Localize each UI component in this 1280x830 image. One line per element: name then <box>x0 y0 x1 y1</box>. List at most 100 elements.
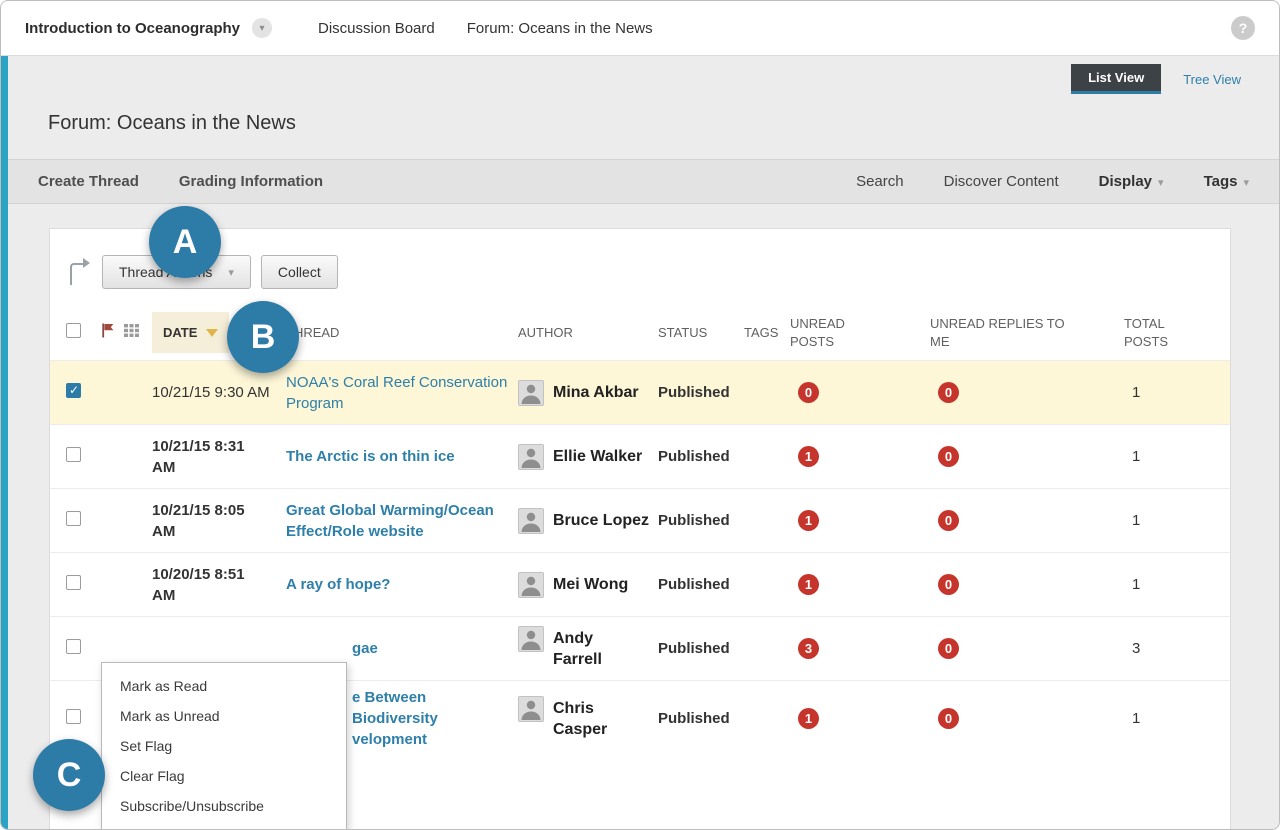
thread-link[interactable]: The Arctic is on thin ice <box>286 446 455 467</box>
menu-item-set-flag[interactable]: Set Flag <box>102 731 346 761</box>
grading-information-button[interactable]: Grading Information <box>179 173 323 190</box>
breadcrumb-forum: Forum: Oceans in the News <box>467 20 653 37</box>
thread-date: 10/21/15 8:31 AM <box>152 438 245 476</box>
thread-status: Published <box>658 384 730 401</box>
author-avatar <box>518 444 544 470</box>
grid-icon <box>124 325 139 340</box>
collect-button[interactable]: Collect <box>261 255 338 289</box>
chevron-down-icon: ▾ <box>260 23 265 34</box>
display-menu-button[interactable]: Display▾ <box>1099 173 1164 190</box>
chevron-down-icon: ▾ <box>228 266 234 279</box>
callout-c: C <box>33 739 105 811</box>
tab-list-view[interactable]: List View <box>1071 64 1161 94</box>
discover-content-button[interactable]: Discover Content <box>944 173 1059 190</box>
author-avatar <box>518 508 544 534</box>
course-menu-button[interactable]: ▾ <box>252 18 272 38</box>
unread-posts-badge: 1 <box>798 446 819 467</box>
table-row: 10/21/15 9:30 AM NOAA's Coral Reef Conse… <box>50 361 1230 425</box>
thread-link[interactable]: e Between Biodiversity velopment <box>352 687 510 750</box>
row-checkbox[interactable] <box>66 511 81 526</box>
table-row: 10/21/15 8:05 AM Great Global Warming/Oc… <box>50 489 1230 553</box>
main-area: List View Tree View Forum: Oceans in the… <box>1 56 1279 830</box>
thread-date: 10/20/15 8:51 AM <box>152 566 245 604</box>
select-all-checkbox[interactable] <box>66 323 81 338</box>
row-checkbox[interactable] <box>66 575 81 590</box>
total-posts: 1 <box>1120 681 1230 757</box>
search-button[interactable]: Search <box>856 173 904 190</box>
author-name: Ellie Walker <box>553 444 642 468</box>
thread-link[interactable]: gae <box>352 638 378 659</box>
total-posts: 1 <box>1120 489 1230 553</box>
author-name: Bruce Lopez <box>553 508 649 532</box>
unread-posts-badge: 1 <box>798 708 819 729</box>
view-tabs: List View Tree View <box>8 56 1279 94</box>
thread-status: Published <box>658 512 730 529</box>
column-header-thread[interactable]: THREAD <box>282 305 514 361</box>
create-thread-button[interactable]: Create Thread <box>38 173 139 190</box>
unread-posts-badge: 1 <box>798 510 819 531</box>
unread-replies-badge: 0 <box>938 382 959 403</box>
thread-link[interactable]: NOAA's Coral Reef Conservation Program <box>286 372 507 414</box>
total-posts: 1 <box>1120 553 1230 617</box>
unread-replies-badge: 0 <box>938 446 959 467</box>
author-name: Mina Akbar <box>553 380 639 404</box>
column-header-unread-replies[interactable]: UNREAD REPLIES TO ME <box>926 305 1120 361</box>
thread-date: 10/21/15 9:30 AM <box>152 384 270 401</box>
row-checkbox[interactable] <box>66 383 81 398</box>
author-avatar <box>518 380 544 406</box>
author-avatar <box>518 572 544 598</box>
page-title: Forum: Oceans in the News <box>8 94 1279 159</box>
author-avatar <box>518 696 544 722</box>
sort-descending-icon <box>206 329 218 337</box>
thread-link[interactable]: A ray of hope? <box>286 574 390 595</box>
unread-replies-badge: 0 <box>938 574 959 595</box>
callout-b: B <box>227 301 299 373</box>
thread-status: Published <box>658 710 730 727</box>
unread-replies-badge: 0 <box>938 708 959 729</box>
unread-replies-badge: 0 <box>938 638 959 659</box>
author-name: Andy Farrell <box>553 626 602 671</box>
menu-item-subscribe-unsubscribe[interactable]: Subscribe/Unsubscribe <box>102 791 346 821</box>
total-posts: 3 <box>1120 617 1230 681</box>
action-bar: Create Thread Grading Information Search… <box>8 159 1279 204</box>
row-checkbox[interactable] <box>66 709 81 724</box>
table-row: 10/20/15 8:51 AM A ray of hope? Mei Wong… <box>50 553 1230 617</box>
column-header-status[interactable]: STATUS <box>654 305 740 361</box>
column-header-author[interactable]: AUTHOR <box>514 305 654 361</box>
thread-status: Published <box>658 640 730 657</box>
unread-posts-badge: 3 <box>798 638 819 659</box>
menu-item-clear-flag[interactable]: Clear Flag <box>102 761 346 791</box>
callout-a: A <box>149 206 221 278</box>
branch-arrow-icon <box>70 263 86 285</box>
menu-item-mark-as-read[interactable]: Mark as Read <box>102 671 346 701</box>
row-checkbox[interactable] <box>66 447 81 462</box>
course-title: Introduction to Oceanography <box>25 20 240 37</box>
unread-replies-badge: 0 <box>938 510 959 531</box>
breadcrumb-discussion-board[interactable]: Discussion Board <box>318 20 435 37</box>
column-header-date[interactable]: DATE <box>152 312 229 354</box>
theme-accent-stripe <box>1 56 8 830</box>
thread-status: Published <box>658 576 730 593</box>
help-icon[interactable]: ? <box>1231 16 1255 40</box>
context-menu: Mark as Read Mark as Unread Set Flag Cle… <box>101 662 347 830</box>
tags-menu-button[interactable]: Tags▾ <box>1204 173 1249 190</box>
column-header-total-posts[interactable]: TOTAL POSTS <box>1120 305 1230 361</box>
total-posts: 1 <box>1120 361 1230 425</box>
column-header-tags[interactable]: TAGS <box>740 305 786 361</box>
chevron-down-icon: ▾ <box>1243 177 1249 189</box>
column-header-unread-posts[interactable]: UNREAD POSTS <box>786 305 926 361</box>
thread-status: Published <box>658 448 730 465</box>
author-name: Chris Casper <box>553 696 607 741</box>
menu-item-mark-as-unread[interactable]: Mark as Unread <box>102 701 346 731</box>
author-name: Mei Wong <box>553 572 628 596</box>
thread-date: 10/21/15 8:05 AM <box>152 502 245 540</box>
row-checkbox[interactable] <box>66 639 81 654</box>
author-avatar <box>518 626 544 652</box>
app-window: Introduction to Oceanography ▾ Discussio… <box>0 0 1280 830</box>
unread-posts-badge: 0 <box>798 382 819 403</box>
tab-tree-view[interactable]: Tree View <box>1161 64 1263 94</box>
unread-posts-badge: 1 <box>798 574 819 595</box>
flag-icon <box>102 326 114 341</box>
thread-link[interactable]: Great Global Warming/Ocean Effect/Role w… <box>286 500 494 542</box>
chevron-down-icon: ▾ <box>1158 177 1164 189</box>
